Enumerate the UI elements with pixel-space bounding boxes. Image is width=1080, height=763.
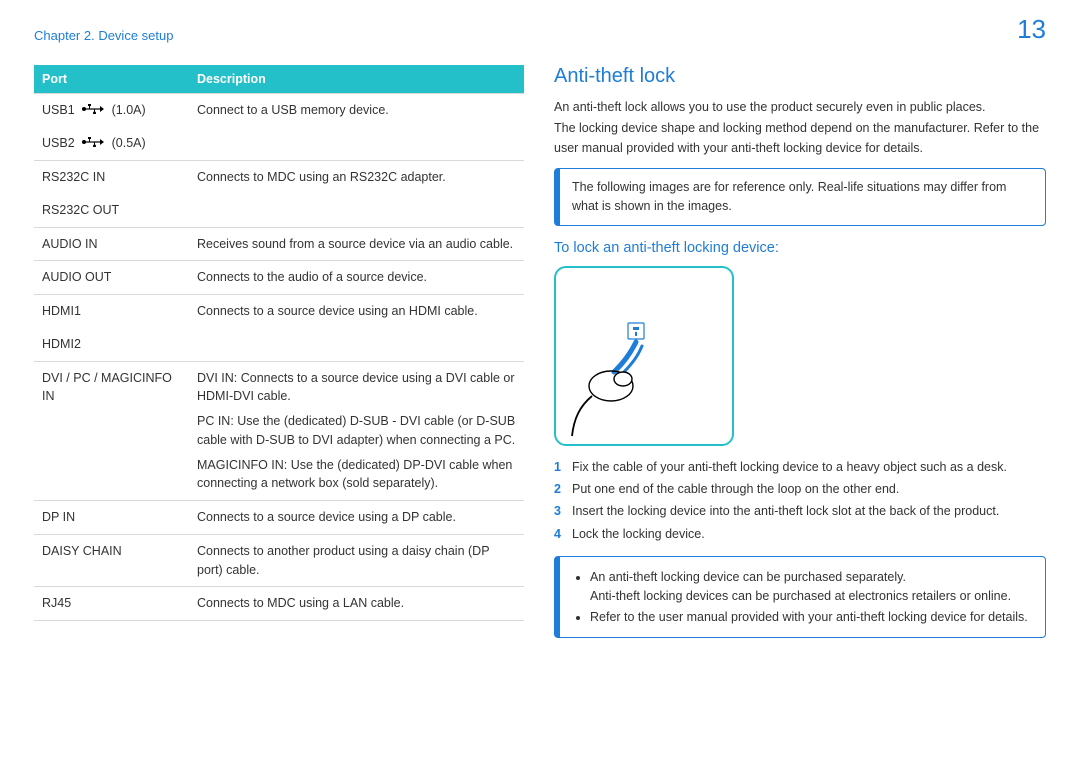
table-row: USB2 (0.5A) <box>34 127 524 161</box>
port-table: Port Description USB1 (1.0A) Connect to … <box>34 65 524 621</box>
table-row: AUDIO INReceives sound from a source dev… <box>34 227 524 261</box>
table-row: RJ45Connects to MDC using a LAN cable. <box>34 587 524 621</box>
list-item: Put one end of the cable through the loo… <box>554 480 1046 499</box>
steps-list: Fix the cable of your anti-theft locking… <box>554 458 1046 545</box>
list-item: Insert the locking device into the anti-… <box>554 502 1046 521</box>
table-row: DP INConnects to a source device using a… <box>34 501 524 535</box>
usb-icon <box>82 134 104 153</box>
list-item: Lock the locking device. <box>554 525 1046 544</box>
section-title: Anti-theft lock <box>554 65 1046 88</box>
list-item: Fix the cable of your anti-theft locking… <box>554 458 1046 477</box>
table-row: AUDIO OUTConnects to the audio of a sour… <box>34 261 524 295</box>
note-box: An anti-theft locking device can be purc… <box>554 556 1046 638</box>
table-row: RS232C OUT <box>34 194 524 227</box>
table-row: DVI / PC / MAGICINFO IN DVI IN: Connects… <box>34 361 524 501</box>
list-item: Refer to the user manual provided with y… <box>590 608 1033 627</box>
list-item: An anti-theft locking device can be purc… <box>590 568 1033 606</box>
lock-diagram <box>554 266 734 446</box>
breadcrumb: Chapter 2. Device setup <box>34 28 173 43</box>
port-header: Port <box>34 65 189 94</box>
intro-text: The locking device shape and locking met… <box>554 119 1046 158</box>
desc-header: Description <box>189 65 524 94</box>
table-row: DAISY CHAINConnects to another product u… <box>34 534 524 587</box>
sub-title: To lock an anti-theft locking device: <box>554 240 1046 256</box>
intro-text: An anti-theft lock allows you to use the… <box>554 98 1046 117</box>
usb-icon <box>82 101 104 120</box>
page-number: 13 <box>1017 14 1046 45</box>
table-row: HDMI2 <box>34 328 524 361</box>
note-box: The following images are for reference o… <box>554 168 1046 226</box>
